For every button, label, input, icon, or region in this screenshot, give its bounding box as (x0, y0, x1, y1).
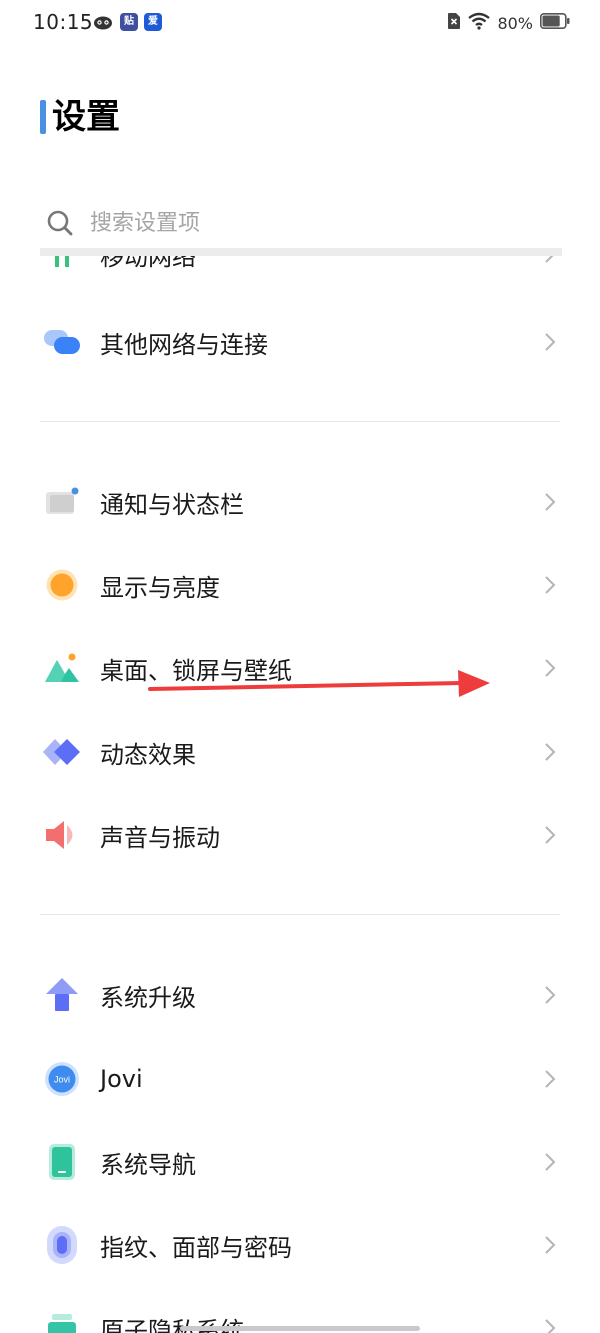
status-bar: 10:15 贴 爱 80% (0, 0, 600, 46)
status-right-group: 80% (447, 12, 570, 34)
list-item-wallpaper[interactable]: 桌面、锁屏与壁纸 (40, 633, 562, 703)
upgrade-arrow-icon (40, 973, 84, 1017)
list-item-jovi[interactable]: Jovi Jovi (40, 1044, 562, 1114)
notification-icon (40, 480, 84, 524)
signal-bars-icon (40, 256, 84, 269)
motion-effect-icon (40, 730, 84, 774)
svg-text:Jovi: Jovi (54, 1075, 70, 1085)
chevron-right-icon (540, 573, 560, 597)
chevron-right-icon (540, 740, 560, 764)
wifi-icon (468, 12, 491, 34)
jovi-icon: Jovi (40, 1057, 84, 1101)
list-item-notifications[interactable]: 通知与状态栏 (40, 467, 562, 537)
home-indicator[interactable] (180, 1326, 420, 1331)
brightness-icon (40, 563, 84, 607)
list-item-label: 显示与亮度 (100, 573, 220, 602)
search-bottom-shadow (40, 248, 562, 256)
list-item-system-upgrade[interactable]: 系统升级 (40, 960, 562, 1030)
speaker-icon (40, 813, 84, 857)
tieba-app-icon: 贴 (120, 13, 138, 31)
list-item-label: 通知与状态栏 (100, 490, 244, 519)
wallpaper-icon (40, 646, 84, 690)
battery-percent: 80% (497, 13, 533, 33)
list-item-motion-effects[interactable]: 动态效果 (40, 717, 562, 787)
status-time: 10:15 (33, 10, 94, 34)
list-item-label: 移动网络 (100, 256, 196, 271)
list-item-label: 系统导航 (100, 1150, 196, 1179)
list-item-label: 系统升级 (100, 983, 196, 1012)
network-connection-icon (40, 320, 84, 364)
list-item-label: 桌面、锁屏与壁纸 (100, 656, 292, 685)
list-item-label: 动态效果 (100, 740, 196, 769)
fingerprint-icon (40, 1223, 84, 1267)
battery-icon (540, 13, 570, 33)
search-bar[interactable] (40, 197, 562, 249)
list-item-label: 指纹、面部与密码 (100, 1233, 292, 1262)
title-accent-bar (40, 100, 46, 134)
chevron-right-icon (540, 256, 560, 266)
list-item-sound[interactable]: 声音与振动 (40, 800, 562, 870)
chevron-right-icon (540, 330, 560, 354)
phone-navigation-icon (40, 1140, 84, 1184)
privacy-icon (40, 1306, 84, 1333)
chevron-right-icon (540, 1067, 560, 1091)
sim-error-icon (447, 12, 461, 34)
chevron-right-icon (540, 656, 560, 680)
group-divider (40, 421, 560, 422)
search-input[interactable] (90, 210, 510, 236)
chevron-right-icon (540, 983, 560, 1007)
list-item-label: 其他网络与连接 (100, 330, 268, 359)
chevron-right-icon (540, 1233, 560, 1257)
chevron-right-icon (540, 490, 560, 514)
search-icon (47, 210, 73, 236)
group-divider (40, 914, 560, 915)
list-item-fingerprint[interactable]: 指纹、面部与密码 (40, 1210, 562, 1280)
chevron-right-icon (540, 1150, 560, 1174)
chevron-right-icon (540, 1316, 560, 1333)
blue-app-icon: 爱 (144, 13, 162, 31)
chevron-right-icon (540, 823, 560, 847)
list-item-other-networks[interactable]: 其他网络与连接 (40, 307, 562, 377)
list-item-label: 声音与振动 (100, 823, 220, 852)
partial-list-item[interactable]: 移动网络 (40, 256, 562, 276)
page-title: 设置 (52, 97, 120, 137)
list-item-system-navigation[interactable]: 系统导航 (40, 1127, 562, 1197)
list-item-label: Jovi (100, 1065, 143, 1093)
cat-face-icon (93, 14, 113, 34)
list-item-display[interactable]: 显示与亮度 (40, 550, 562, 620)
